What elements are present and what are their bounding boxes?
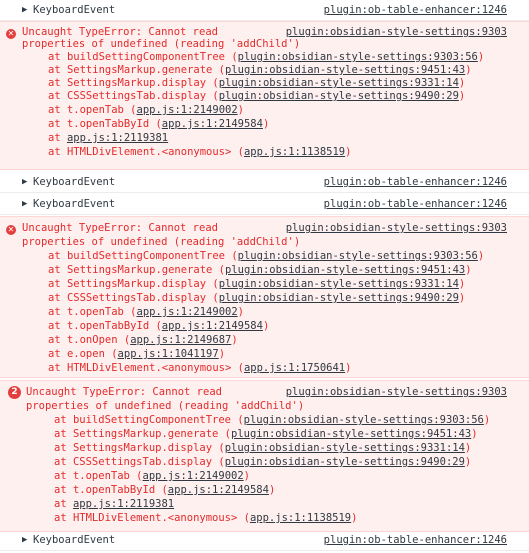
stack-link[interactable]: plugin:obsidian-style-settings:9451:43 [225,64,465,76]
stack-link[interactable]: app.js:1:1138519 [250,512,351,524]
source-link[interactable]: plugin:obsidian-style-settings:9303 [286,222,507,234]
log-message: KeyboardEvent [33,4,116,16]
error-message: properties of undefined (reading 'addChi… [22,236,301,248]
log-message: KeyboardEvent [33,198,116,210]
stack-frame: at t.openTab (app.js:1:2149002) [48,306,244,318]
expand-arrow-icon[interactable]: ▶ [22,4,27,16]
stack-link[interactable]: plugin:obsidian-style-settings:9303:56 [238,51,478,63]
stack-link[interactable]: plugin:obsidian-style-settings:9451:43 [225,264,465,276]
source-link[interactable]: plugin:ob-table-enhancer:1246 [324,534,507,546]
error-message: Uncaught TypeError: Cannot read [26,386,222,398]
stack-frame: at e.open (app.js:1:1041197) [48,348,226,360]
stack-frame: at t.openTabById (app.js:1:2149584) [54,484,276,496]
stack-frame: at t.openTabById (app.js:1:2149584) [48,320,270,332]
stack-frame: at buildSettingComponentTree (plugin:obs… [48,51,485,63]
stack-link[interactable]: app.js:1:2149584 [162,320,263,332]
log-entry-keyboardevent[interactable]: ▶ KeyboardEvent plugin:ob-table-enhancer… [0,198,529,215]
stack-link[interactable]: app.js:1:1041197 [118,348,219,360]
stack-link[interactable]: plugin:obsidian-style-settings:9331:14 [225,442,465,454]
error-message: properties of undefined (reading 'addChi… [22,38,301,50]
stack-frame: at SettingsMarkup.generate (plugin:obsid… [48,264,472,276]
stack-frame: at HTMLDivElement.<anonymous> (app.js:1:… [54,512,358,524]
source-link[interactable]: plugin:ob-table-enhancer:1246 [324,176,507,188]
expand-arrow-icon[interactable]: ▶ [22,534,27,546]
stack-link[interactable]: app.js:1:1750641 [244,362,345,374]
stack-link[interactable]: app.js:1:2149584 [168,484,269,496]
stack-link[interactable]: plugin:obsidian-style-settings:9303:56 [238,250,478,262]
source-link[interactable]: plugin:obsidian-style-settings:9303 [286,386,507,398]
stack-frame: at SettingsMarkup.generate (plugin:obsid… [48,64,472,76]
error-icon: ✕ [6,29,16,39]
stack-link[interactable]: app.js:1:2149002 [137,306,238,318]
error-entry: ✕ Uncaught TypeError: Cannot read plugin… [0,21,529,170]
log-entry-keyboardevent[interactable]: ▶ KeyboardEvent plugin:ob-table-enhancer… [0,4,529,21]
stack-link[interactable]: plugin:obsidian-style-settings:9451:43 [231,428,471,440]
log-entry-keyboardevent[interactable]: ▶ KeyboardEvent plugin:ob-table-enhancer… [0,176,529,193]
stack-link[interactable]: app.js:1:2149584 [162,118,263,130]
error-icon: ✕ [6,225,16,235]
stack-frame: at CSSSettingsTab.display (plugin:obsidi… [48,292,466,304]
log-entry-keyboardevent[interactable]: ▶ KeyboardEvent plugin:ob-table-enhancer… [0,534,529,551]
stack-frame: at buildSettingComponentTree (plugin:obs… [54,414,491,426]
stack-frame: at CSSSettingsTab.display (plugin:obsidi… [48,90,466,102]
stack-frame: at app.js:1:2119381 [54,498,175,510]
stack-frame: at t.openTab (app.js:1:2149002) [54,470,250,482]
error-message: Uncaught TypeError: Cannot read [22,222,218,234]
stack-link[interactable]: plugin:obsidian-style-settings:9331:14 [219,278,459,290]
stack-frame: at CSSSettingsTab.display (plugin:obsidi… [54,456,472,468]
stack-frame: at SettingsMarkup.generate (plugin:obsid… [54,428,478,440]
stack-link[interactable]: plugin:obsidian-style-settings:9490:29 [225,456,465,468]
error-entry: ✕ Uncaught TypeError: Cannot read plugin… [0,216,529,378]
repeat-count-badge: 2 [8,386,21,399]
stack-frame: at HTMLDivElement.<anonymous> (app.js:1:… [48,362,352,374]
stack-frame: at app.js:1:2119381 [48,132,169,144]
stack-frame: at t.openTab (app.js:1:2149002) [48,104,244,116]
log-message: KeyboardEvent [33,176,116,188]
stack-frame: at HTMLDivElement.<anonymous> (app.js:1:… [48,146,352,158]
stack-link[interactable]: plugin:obsidian-style-settings:9490:29 [219,90,459,102]
stack-link[interactable]: plugin:obsidian-style-settings:9303:56 [244,414,484,426]
stack-link[interactable]: app.js:1:1138519 [244,146,345,158]
stack-link[interactable]: plugin:obsidian-style-settings:9331:14 [219,77,459,89]
error-entry-grouped: 2 Uncaught TypeError: Cannot read plugin… [0,380,529,532]
devtools-console: ▶ KeyboardEvent plugin:ob-table-enhancer… [0,0,529,553]
source-link[interactable]: plugin:obsidian-style-settings:9303 [286,26,507,38]
stack-link[interactable]: app.js:1:2149002 [143,470,244,482]
stack-link[interactable]: plugin:obsidian-style-settings:9490:29 [219,292,459,304]
error-message: properties of undefined (reading 'addChi… [26,400,305,412]
error-message: Uncaught TypeError: Cannot read [22,26,218,38]
expand-arrow-icon[interactable]: ▶ [22,176,27,188]
stack-frame: at SettingsMarkup.display (plugin:obsidi… [48,77,466,89]
stack-frame: at buildSettingComponentTree (plugin:obs… [48,250,485,262]
stack-frame: at SettingsMarkup.display (plugin:obsidi… [48,278,466,290]
stack-link[interactable]: app.js:1:2119381 [67,132,168,144]
stack-link[interactable]: app.js:1:2149002 [137,104,238,116]
stack-link[interactable]: app.js:1:2149687 [130,334,231,346]
stack-frame: at t.onOpen (app.js:1:2149687) [48,334,238,346]
source-link[interactable]: plugin:ob-table-enhancer:1246 [324,4,507,16]
source-link[interactable]: plugin:ob-table-enhancer:1246 [324,198,507,210]
expand-arrow-icon[interactable]: ▶ [22,198,27,210]
stack-frame: at t.openTabById (app.js:1:2149584) [48,118,270,130]
stack-link[interactable]: app.js:1:2119381 [73,498,174,510]
stack-frame: at SettingsMarkup.display (plugin:obsidi… [54,442,472,454]
log-message: KeyboardEvent [33,534,116,546]
